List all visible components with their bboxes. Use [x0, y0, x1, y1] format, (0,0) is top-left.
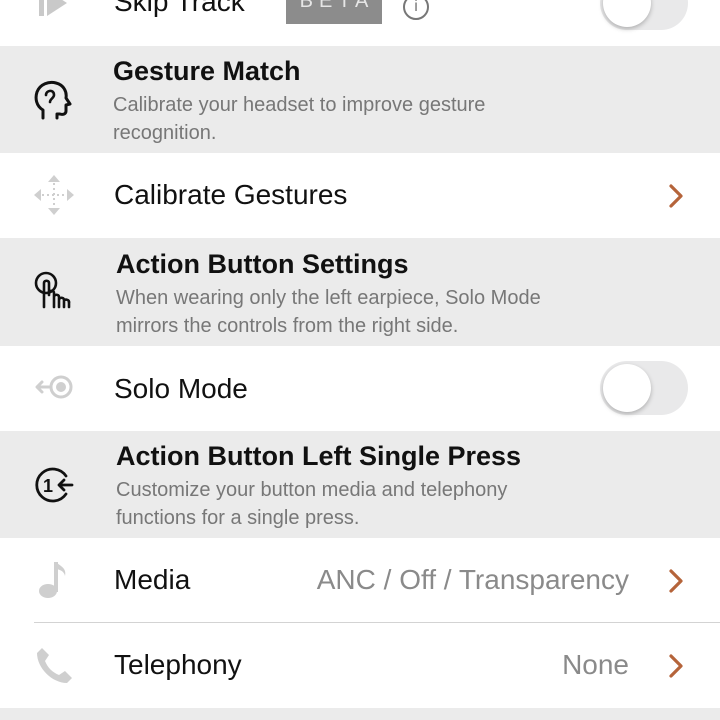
media-label: Media — [114, 564, 191, 595]
gesture-match-title: Gesture Match — [113, 56, 301, 86]
chevron-right-icon — [669, 569, 683, 593]
telephony-row[interactable]: Telephony None — [0, 623, 720, 708]
left-single-press-title: Action Button Left Single Press — [116, 441, 522, 471]
calibrate-gestures-label: Calibrate Gestures — [114, 179, 348, 210]
left-single-press-description: Customize your button media and telephon… — [116, 479, 508, 529]
earbud-icon — [35, 375, 73, 399]
left-single-press-section: 1 Action Button Left Single Press Custom… — [0, 431, 720, 538]
chevron-right-icon — [669, 184, 683, 208]
media-row[interactable]: Media ANC / Off / Transparency — [0, 538, 720, 623]
solo-mode-toggle[interactable] — [600, 361, 688, 415]
tap-hand-icon — [34, 271, 71, 309]
phone-icon — [37, 648, 72, 683]
gesture-match-section: Gesture Match Calibrate your headset to … — [0, 46, 720, 153]
music-note-icon — [39, 562, 66, 598]
next-section-strip — [0, 708, 720, 720]
single-press-icon: 1 — [35, 467, 74, 503]
gesture-match-description: Calibrate your headset to improve gestur… — [113, 94, 486, 144]
chevron-right-icon — [669, 654, 683, 678]
move-arrows-icon — [34, 175, 74, 215]
action-button-settings-title: Action Button Settings — [116, 249, 409, 279]
calibrate-gestures-row[interactable]: Calibrate Gestures — [0, 153, 720, 238]
info-icon[interactable]: i — [403, 0, 429, 20]
skip-track-toggle[interactable] — [600, 0, 688, 30]
head-profile-icon — [34, 80, 72, 120]
telephony-label: Telephony — [114, 649, 242, 680]
toggle-knob — [603, 0, 651, 27]
single-press-glyph: 1 — [43, 476, 53, 496]
action-button-settings-section: Action Button Settings When wearing only… — [0, 238, 720, 346]
skip-track-label: Skip Track — [114, 0, 245, 17]
toggle-knob — [603, 364, 651, 412]
beta-badge: BETA — [286, 0, 382, 24]
solo-mode-row: Solo Mode — [0, 346, 720, 431]
skip-track-row: Skip Track BETA i — [0, 0, 720, 46]
media-value: ANC / Off / Transparency — [316, 564, 629, 595]
action-button-settings-description: When wearing only the left earpiece, Sol… — [116, 287, 541, 337]
telephony-value: None — [562, 649, 629, 680]
solo-mode-label: Solo Mode — [114, 373, 248, 404]
skip-forward-icon — [39, 0, 67, 16]
